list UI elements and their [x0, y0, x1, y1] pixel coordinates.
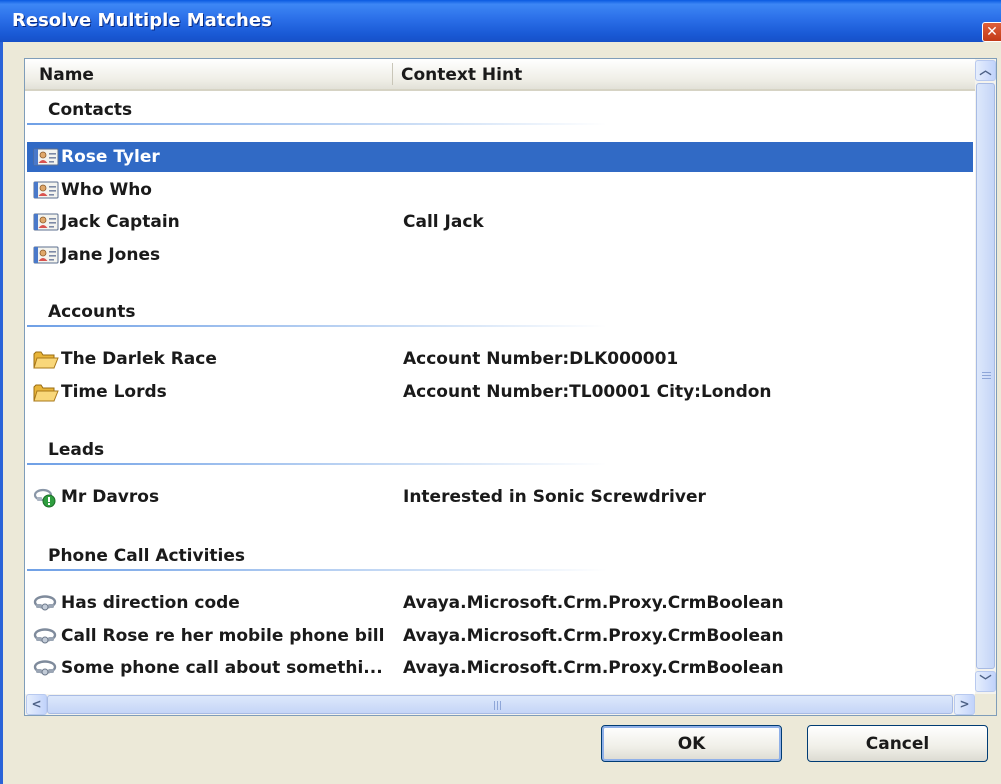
item-name: Jane Jones	[61, 244, 161, 265]
phone-call-icon	[33, 627, 59, 645]
phone-call-icon	[33, 660, 57, 676]
vertical-scroll-thumb[interactable]	[976, 83, 995, 669]
item-name: Jack Captain	[61, 212, 180, 232]
chevron-left-icon: <	[31, 697, 42, 711]
lead-icon	[33, 488, 59, 508]
grip-line	[982, 375, 991, 376]
grip-line	[494, 701, 495, 710]
scroll-up-button[interactable]: ︿	[975, 60, 996, 81]
grip-line	[500, 701, 501, 710]
cancel-button[interactable]: Cancel	[807, 725, 988, 762]
column-header-name[interactable]: Name	[39, 65, 94, 85]
item-context-hint: Avaya.Microsoft.Crm.Proxy.CrmBoolean	[403, 625, 784, 646]
contact-card-icon	[33, 148, 59, 166]
phone-call-icon	[33, 627, 57, 643]
item-name: Has direction code	[61, 593, 240, 613]
column-header-context-hint[interactable]: Context Hint	[401, 65, 522, 85]
grip-line	[982, 378, 991, 379]
group-divider	[27, 463, 607, 465]
horizontal-scrollbar[interactable]: < >	[25, 694, 975, 715]
folder-icon	[33, 384, 59, 401]
group-title: Contacts	[48, 100, 133, 120]
folder-icon	[33, 383, 59, 401]
item-context-hint: Account Number:DLK000001	[403, 349, 679, 369]
group-divider	[27, 569, 607, 571]
item-context-hint: Call Jack	[403, 212, 484, 232]
list-item[interactable]: The Darlek Race Account Number:DLK000001	[27, 344, 973, 374]
item-name: Who Who	[61, 179, 152, 200]
group-divider	[27, 123, 607, 125]
title-bar[interactable]: Resolve Multiple Matches ✕	[0, 0, 1001, 42]
lead-icon	[33, 488, 56, 508]
scrollbar-corner	[975, 694, 996, 715]
contact-card-icon	[33, 181, 59, 198]
item-name: Mr Davros	[61, 487, 160, 507]
chevron-right-icon: >	[959, 697, 970, 711]
close-button[interactable]: ✕	[982, 22, 1001, 42]
scroll-down-button[interactable]: ﹀	[975, 671, 996, 692]
item-context-hint: Avaya.Microsoft.Crm.Proxy.CrmBoolean	[403, 593, 784, 613]
chevron-up-icon: ︿	[979, 63, 992, 77]
folder-icon	[33, 350, 59, 369]
item-name: The Darlek Race	[61, 349, 217, 369]
item-name: Call Rose re her mobile phone bill	[61, 625, 385, 646]
contact-card-icon	[33, 246, 59, 264]
phone-call-icon	[33, 659, 59, 677]
grip-line	[982, 372, 991, 373]
list-item[interactable]: Jack Captain Call Jack	[27, 207, 973, 237]
item-context-hint: Interested in Sonic Screwdriver	[403, 487, 706, 507]
vertical-scrollbar[interactable]: ︿ ﹀	[975, 59, 996, 694]
group-title: Leads	[48, 440, 105, 460]
item-name: Some phone call about somethi...	[61, 658, 383, 678]
contact-card-icon	[33, 181, 59, 199]
chevron-down-icon: ﹀	[979, 674, 992, 688]
contact-card-icon	[33, 246, 59, 263]
item-context-hint: Avaya.Microsoft.Crm.Proxy.CrmBoolean	[403, 658, 784, 678]
group-title: Accounts	[48, 302, 136, 322]
resolve-multiple-matches-dialog: Resolve Multiple Matches ✕ Name Context …	[0, 0, 1001, 784]
group-title: Phone Call Activities	[48, 546, 246, 566]
scroll-right-button[interactable]: >	[954, 694, 975, 715]
list-item[interactable]: Mr Davros Interested in Sonic Screwdriver	[27, 482, 973, 512]
contact-card-icon	[33, 213, 59, 231]
list-item-selected[interactable]: Rose Tyler	[27, 142, 973, 172]
contact-card-icon	[33, 148, 59, 166]
scroll-left-button[interactable]: <	[26, 694, 47, 715]
matches-list[interactable]: Name Context Hint Contacts Rose Tyler Who …	[24, 58, 997, 716]
item-name: Rose Tyler	[61, 147, 160, 167]
group-divider	[27, 325, 607, 327]
phone-call-icon	[33, 594, 59, 612]
ok-button[interactable]: OK	[601, 725, 782, 762]
list-item[interactable]: Some phone call about somethi... Avaya.Mi…	[27, 653, 973, 683]
list-item[interactable]: Time Lords Account Number:TL00001 City:Lo…	[27, 377, 973, 407]
item-context-hint: Account Number:TL00001 City:London	[403, 381, 772, 402]
grip-line	[497, 701, 498, 710]
contact-card-icon	[33, 213, 59, 231]
column-separator[interactable]	[392, 63, 393, 85]
phone-call-icon	[33, 595, 57, 611]
list-item[interactable]: Jane Jones	[27, 240, 973, 270]
list-item[interactable]: Who Who	[27, 175, 973, 205]
folder-icon	[33, 351, 59, 369]
dialog-title: Resolve Multiple Matches	[12, 10, 272, 31]
list-item[interactable]: Has direction code Avaya.Microsoft.Crm.Pr…	[27, 588, 973, 618]
close-icon: ✕	[986, 24, 998, 40]
item-name: Time Lords	[61, 381, 167, 402]
list-header: Name Context Hint	[25, 59, 975, 91]
horizontal-scroll-thumb[interactable]	[47, 695, 953, 714]
list-item[interactable]: Call Rose re her mobile phone bill Avaya.…	[27, 621, 973, 651]
